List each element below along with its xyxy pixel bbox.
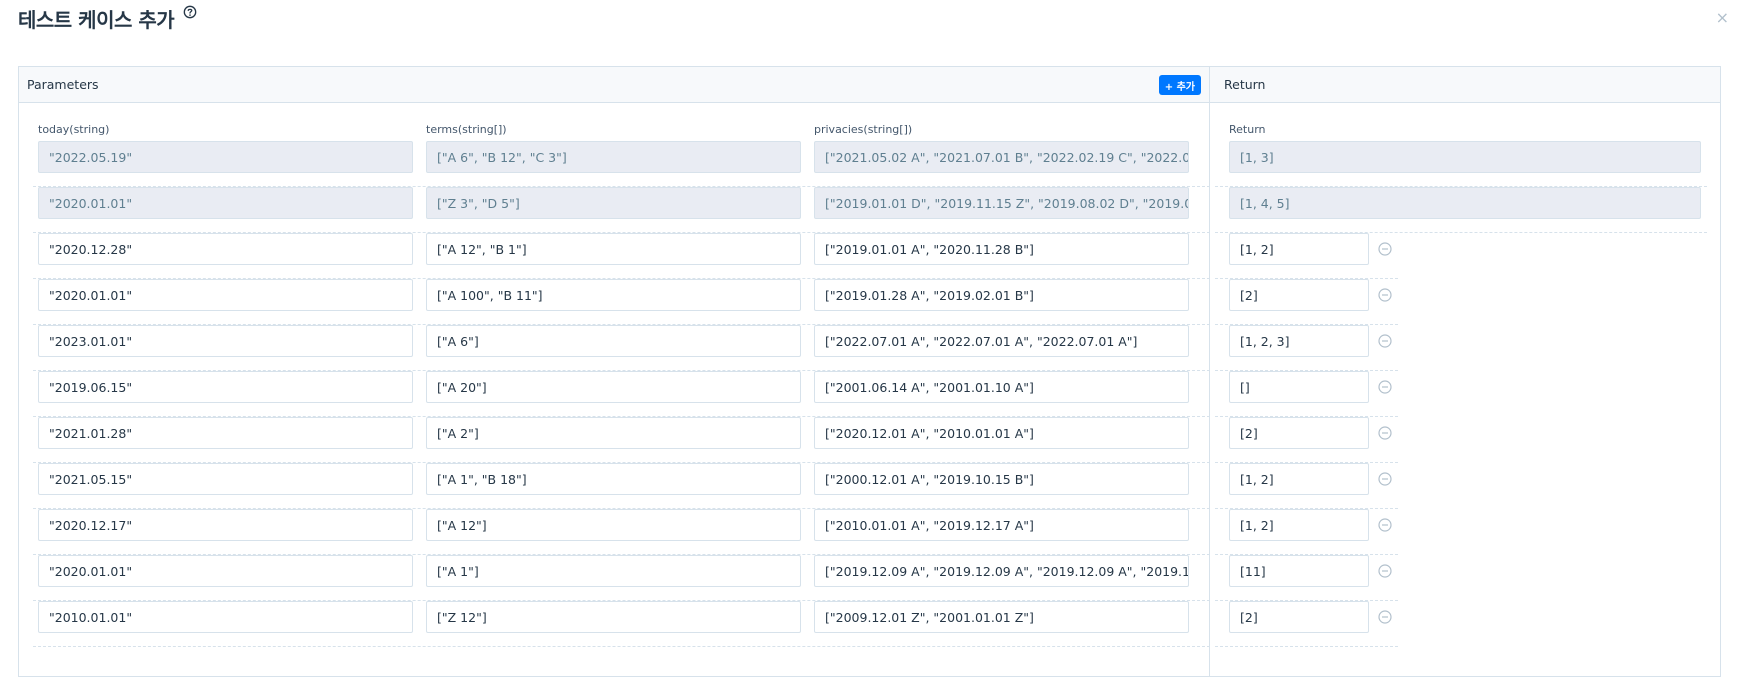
terms-input[interactable]: ["A 1", "B 18"]: [426, 463, 801, 495]
terms-input[interactable]: ["Z 12"]: [426, 601, 801, 633]
return-row: [1, 4, 5]: [1215, 187, 1707, 233]
privacies-input: ["2021.05.02 A", "2021.07.01 B", "2022.0…: [814, 141, 1189, 173]
test-case-row: "2020.12.28" ["A 12", "B 1"] ["2019.01.01 …: [33, 233, 1215, 279]
terms-input[interactable]: ["A 12"]: [426, 509, 801, 541]
return-row: [2]: [1215, 417, 1398, 463]
terms-input[interactable]: ["A 6"]: [426, 325, 801, 357]
return-input[interactable]: [11]: [1229, 555, 1369, 587]
privacies-input[interactable]: ["2000.12.01 A", "2019.10.15 B"]: [814, 463, 1189, 495]
remove-test-case-icon[interactable]: [1377, 563, 1393, 579]
test-case-row: "2020.01.01" ["A 1"] ["2019.12.09 A", "201…: [33, 555, 1215, 601]
privacies-input[interactable]: ["2009.12.01 Z", "2001.01.01 Z"]: [814, 601, 1189, 633]
parameters-panel-title: Parameters: [27, 77, 99, 92]
test-case-row: "2021.05.15" ["A 1", "B 18"] ["2000.12.01 …: [33, 463, 1215, 509]
return-row: [1, 2, 3]: [1215, 325, 1398, 371]
privacies-input[interactable]: ["2010.01.01 A", "2019.12.17 A"]: [814, 509, 1189, 541]
privacies-input: ["2019.01.01 D", "2019.11.15 Z", "2019.0…: [814, 187, 1189, 219]
terms-input: ["A 6", "B 12", "C 3"]: [426, 141, 801, 173]
return-input[interactable]: [2]: [1229, 279, 1369, 311]
privacies-input[interactable]: ["2019.12.09 A", "2019.12.09 A", "2019.1…: [814, 555, 1189, 587]
return-row: [11]: [1215, 555, 1398, 601]
return-input[interactable]: [1, 2]: [1229, 463, 1369, 495]
test-case-row: "2019.06.15" ["A 20"] ["2001.06.14 A", "20…: [33, 371, 1215, 417]
test-case-row: "2020.01.01" ["A 100", "B 11"] ["2019.01.2…: [33, 279, 1215, 325]
parameters-panel-header: Parameters + 추가: [19, 67, 1210, 103]
remove-test-case-icon[interactable]: [1377, 609, 1393, 625]
return-row: [2]: [1215, 601, 1398, 647]
return-panel-title: Return: [1224, 77, 1266, 92]
parameters-panel: Parameters + 추가 today(string) terms(stri…: [18, 66, 1215, 677]
today-input[interactable]: "2020.01.01": [38, 279, 413, 311]
return-row: [1, 2]: [1215, 233, 1398, 279]
return-row: [1, 3]: [1215, 141, 1707, 187]
return-panel: Return Return [1, 3] [1, 4, 5] [1, 2] [2] [1…: [1209, 66, 1721, 677]
return-input[interactable]: [1, 2]: [1229, 509, 1369, 541]
test-case-row: "2021.01.28" ["A 2"] ["2020.12.01 A", "201…: [33, 417, 1215, 463]
return-panel-header: Return: [1210, 67, 1720, 103]
return-input[interactable]: []: [1229, 371, 1369, 403]
return-input[interactable]: [1, 2]: [1229, 233, 1369, 265]
test-case-row: "2020.01.01" ["Z 3", "D 5"] ["2019.01.01 D…: [33, 187, 1215, 233]
test-case-row: "2020.12.17" ["A 12"] ["2010.01.01 A", "20…: [33, 509, 1215, 555]
remove-test-case-icon[interactable]: [1377, 333, 1393, 349]
question-circle-icon[interactable]: [183, 5, 197, 19]
privacies-input[interactable]: ["2019.01.28 A", "2019.02.01 B"]: [814, 279, 1189, 311]
return-input: [1, 4, 5]: [1229, 187, 1701, 219]
terms-input[interactable]: ["A 2"]: [426, 417, 801, 449]
today-input[interactable]: "2020.12.28": [38, 233, 413, 265]
return-input[interactable]: [1, 2, 3]: [1229, 325, 1369, 357]
test-case-row: "2010.01.01" ["Z 12"] ["2009.12.01 Z", "20…: [33, 601, 1215, 647]
today-input[interactable]: "2023.01.01": [38, 325, 413, 357]
column-label-return: Return: [1229, 123, 1266, 136]
today-input[interactable]: "2010.01.01": [38, 601, 413, 633]
column-label-today: today(string): [38, 123, 110, 136]
remove-test-case-icon[interactable]: [1377, 471, 1393, 487]
return-input[interactable]: [2]: [1229, 601, 1369, 633]
terms-input[interactable]: ["A 1"]: [426, 555, 801, 587]
privacies-input[interactable]: ["2019.01.01 A", "2020.11.28 B"]: [814, 233, 1189, 265]
add-test-case-button[interactable]: + 추가: [1158, 75, 1201, 95]
remove-test-case-icon[interactable]: [1377, 425, 1393, 441]
terms-input: ["Z 3", "D 5"]: [426, 187, 801, 219]
today-input: "2020.01.01": [38, 187, 413, 219]
column-label-privacies: privacies(string[]): [814, 123, 913, 136]
return-row: []: [1215, 371, 1398, 417]
return-row: [1, 2]: [1215, 463, 1398, 509]
row-divider: [33, 646, 1215, 647]
modal-title: 테스트 케이스 추가: [18, 8, 175, 32]
terms-input[interactable]: ["A 100", "B 11"]: [426, 279, 801, 311]
terms-input[interactable]: ["A 12", "B 1"]: [426, 233, 801, 265]
column-label-terms: terms(string[]): [426, 123, 507, 136]
today-input[interactable]: "2019.06.15": [38, 371, 413, 403]
return-row: [1, 2]: [1215, 509, 1398, 555]
remove-test-case-icon[interactable]: [1377, 287, 1393, 303]
test-case-row: "2022.05.19" ["A 6", "B 12", "C 3"] ["2021…: [33, 141, 1215, 187]
remove-test-case-icon[interactable]: [1377, 379, 1393, 395]
today-input[interactable]: "2021.05.15": [38, 463, 413, 495]
privacies-input[interactable]: ["2022.07.01 A", "2022.07.01 A", "2022.0…: [814, 325, 1189, 357]
test-case-row: "2023.01.01" ["A 6"] ["2022.07.01 A", "202…: [33, 325, 1215, 371]
privacies-input[interactable]: ["2020.12.01 A", "2010.01.01 A"]: [814, 417, 1189, 449]
row-divider: [1215, 646, 1398, 647]
remove-test-case-icon[interactable]: [1377, 241, 1393, 257]
today-input: "2022.05.19": [38, 141, 413, 173]
return-input[interactable]: [2]: [1229, 417, 1369, 449]
close-icon[interactable]: ×: [1716, 9, 1729, 27]
privacies-input[interactable]: ["2001.06.14 A", "2001.01.10 A"]: [814, 371, 1189, 403]
remove-test-case-icon[interactable]: [1377, 517, 1393, 533]
terms-input[interactable]: ["A 20"]: [426, 371, 801, 403]
return-row: [2]: [1215, 279, 1398, 325]
modal-header: 테스트 케이스 추가: [18, 5, 197, 38]
today-input[interactable]: "2021.01.28": [38, 417, 413, 449]
today-input[interactable]: "2020.01.01": [38, 555, 413, 587]
today-input[interactable]: "2020.12.17": [38, 509, 413, 541]
return-input: [1, 3]: [1229, 141, 1701, 173]
